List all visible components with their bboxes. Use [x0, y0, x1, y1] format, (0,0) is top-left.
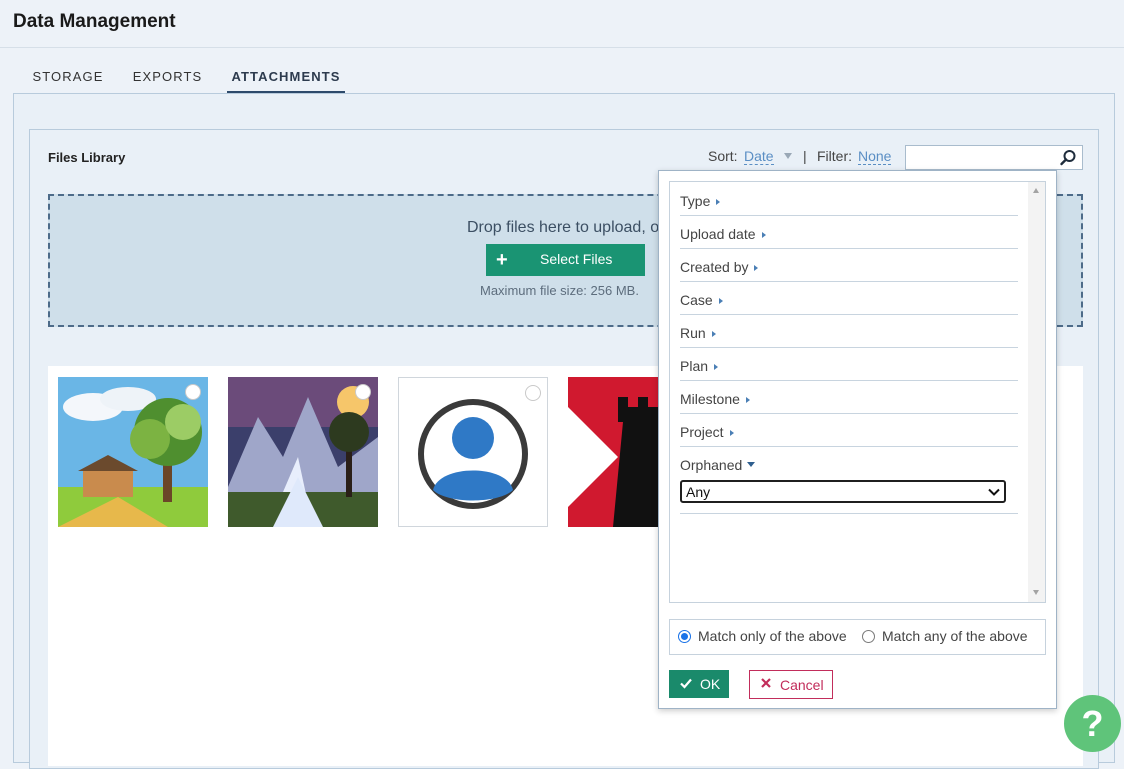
divider [680, 513, 1018, 514]
match-any-radio[interactable] [862, 630, 875, 643]
filter-item-label: Project [680, 424, 724, 440]
expand-arrow-icon [714, 364, 719, 370]
files-library-title: Files Library [48, 150, 126, 165]
filter-item-label: Case [680, 292, 713, 308]
plus-icon: + [496, 249, 508, 271]
expand-arrow-icon [729, 430, 734, 436]
expand-arrow-icon [718, 298, 723, 304]
page-title: Data Management [13, 11, 176, 32]
sort-value[interactable]: Date [744, 148, 774, 165]
filter-item-label: Created by [680, 259, 749, 275]
filter-item-project[interactable]: Project [680, 414, 1018, 447]
sort-dropdown[interactable]: Date [744, 148, 774, 165]
collapse-arrow-icon [747, 462, 756, 467]
tab-exports[interactable]: EXPORTS [127, 60, 208, 94]
select-file-radio[interactable] [185, 384, 201, 400]
select-file-radio[interactable] [525, 385, 541, 401]
filter-item-plan[interactable]: Plan [680, 348, 1018, 381]
help-button[interactable]: ? [1064, 695, 1121, 752]
select-files-label: Select Files [540, 251, 613, 267]
filter-item-type[interactable]: Type [680, 183, 1018, 216]
match-only-label[interactable]: Match only of the above [698, 628, 847, 644]
filter-item-run[interactable]: Run [680, 315, 1018, 348]
filter-item-label: Type [680, 193, 711, 209]
match-only-radio[interactable] [678, 630, 691, 643]
app-header: Data Management [0, 0, 1124, 48]
sort-label: Sort: [708, 148, 738, 164]
file-thumbnail-landscape[interactable] [58, 377, 208, 527]
help-question-icon: ? [1081, 703, 1104, 744]
filter-item-created-by[interactable]: Created by [680, 249, 1018, 282]
filter-item-label: Upload date [680, 226, 756, 242]
chevron-down-icon [987, 485, 1001, 502]
orphaned-select-value: Any [686, 484, 711, 500]
select-files-button[interactable]: + Select Files [486, 244, 645, 276]
expand-arrow-icon [716, 199, 721, 205]
filter-dropdown[interactable]: None [858, 148, 892, 165]
tab-bar: STORAGE EXPORTS ATTACHMENTS [0, 60, 1124, 94]
filter-item-upload-date[interactable]: Upload date [680, 216, 1018, 249]
tab-storage[interactable]: STORAGE [27, 60, 109, 94]
file-thumbnail-avatar[interactable] [398, 377, 548, 527]
match-any-label[interactable]: Match any of the above [882, 628, 1028, 644]
search-input[interactable] [905, 145, 1083, 170]
cancel-button[interactable]: Cancel [749, 670, 833, 699]
expand-arrow-icon [754, 265, 759, 271]
expand-arrow-icon [761, 232, 766, 238]
search-icon[interactable] [1058, 148, 1078, 168]
select-file-radio[interactable] [355, 384, 371, 400]
filter-item-label: Plan [680, 358, 709, 374]
checkmark-icon [679, 676, 693, 693]
filter-item-milestone[interactable]: Milestone [680, 381, 1018, 414]
filter-value[interactable]: None [858, 148, 892, 165]
scroll-down-arrow-icon[interactable] [1033, 590, 1039, 595]
filter-list-scrollbar[interactable] [1028, 182, 1045, 602]
cancel-label: Cancel [780, 677, 824, 693]
filter-item-orphaned[interactable]: Orphaned [680, 447, 1018, 480]
scroll-up-arrow-icon[interactable] [1033, 188, 1039, 193]
caret-down-icon[interactable] [784, 153, 792, 159]
sort-filter-separator: | [803, 148, 807, 164]
filter-item-label: Milestone [680, 391, 740, 407]
dropzone-text: Drop files here to upload, o [467, 219, 660, 236]
file-thumbnail-mountain[interactable] [228, 377, 378, 527]
expand-arrow-icon [745, 397, 750, 403]
filter-item-case[interactable]: Case [680, 282, 1018, 315]
tab-attachments[interactable]: ATTACHMENTS [227, 60, 345, 94]
filter-label: Filter: [817, 148, 852, 164]
filter-item-label: Orphaned [680, 457, 743, 473]
ok-button[interactable]: OK [669, 670, 729, 698]
filter-item-label: Run [680, 325, 706, 341]
close-icon [760, 676, 772, 692]
expand-arrow-icon [711, 331, 716, 337]
orphaned-select[interactable]: Any [680, 480, 1006, 503]
max-file-size-text: Maximum file size: 256 MB. [480, 283, 639, 298]
ok-label: OK [700, 676, 721, 692]
